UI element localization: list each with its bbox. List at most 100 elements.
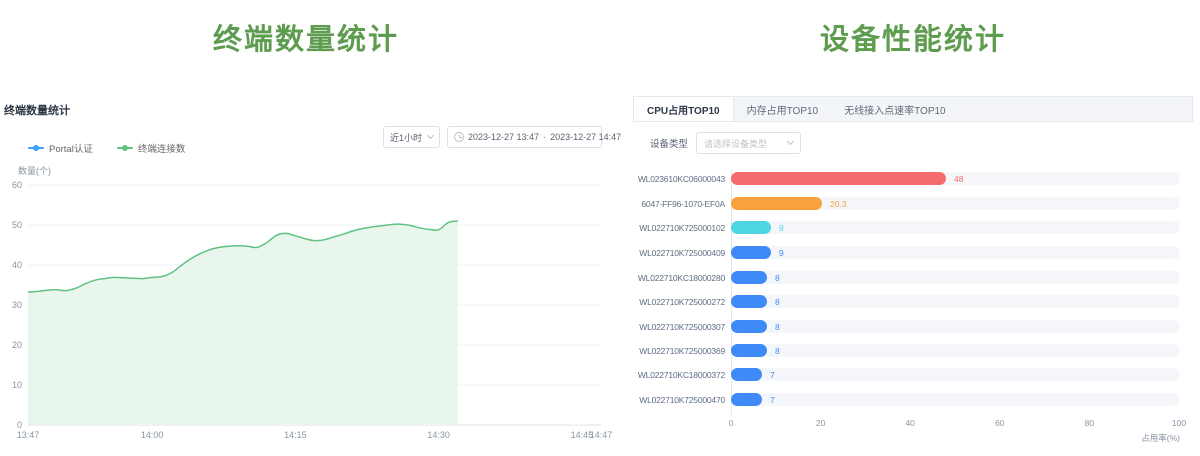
bar-row: WL022710K725000369 8 bbox=[633, 339, 1193, 363]
time-range-select[interactable]: 近1小时 bbox=[383, 126, 440, 148]
y-tick-label: 30 bbox=[12, 300, 22, 310]
legend-dot-icon bbox=[33, 145, 39, 151]
bar-value-label: 8 bbox=[775, 315, 780, 339]
bar[interactable] bbox=[731, 368, 762, 381]
bar-value-label: 8 bbox=[775, 290, 780, 314]
device-label: WL022710K725000102 bbox=[633, 216, 725, 240]
bar-track bbox=[731, 320, 1180, 333]
x-tick-label: 14:47 bbox=[590, 430, 612, 440]
x-axis-title: 占用率(%) bbox=[1141, 432, 1180, 444]
bar-row: WL022710KC180002808 bbox=[633, 266, 1193, 290]
bar-value-label: 48 bbox=[954, 167, 963, 191]
bar-row: WL023610KC06000043 48 bbox=[633, 167, 1193, 191]
x-tick-label: 14:00 bbox=[141, 430, 164, 440]
x-tick-label: 60 bbox=[995, 418, 1004, 428]
y-tick-label: 0 bbox=[17, 420, 22, 430]
terminal-stats-panel: 终端数量统计 终端数量统计 近1小时 2023-12-27 13:47 - 20… bbox=[0, 0, 612, 456]
bar-value-label: 8 bbox=[775, 339, 780, 363]
chart-legend: Portal认证 终端连接数 bbox=[28, 141, 185, 155]
legend-item-portal-auth[interactable]: Portal认证 bbox=[28, 141, 93, 155]
device-label: WL022710KC18000280 bbox=[633, 266, 725, 290]
device-label: 6047-FF96-1070-EF0A bbox=[633, 192, 725, 216]
bar[interactable] bbox=[731, 393, 762, 406]
tab-memory-top10[interactable]: 内存占用TOP10 bbox=[734, 97, 832, 121]
device-label: WL022710KC18000372 bbox=[633, 363, 725, 387]
terminal-count-line-chart: 010203040506013:4714:0014:1514:3014:4514… bbox=[0, 160, 612, 456]
bar-track bbox=[731, 197, 1180, 210]
bar-value-label: 9 bbox=[779, 241, 784, 265]
bar-row: 6047-FF96-1070-EF0A 20.3 bbox=[633, 192, 1193, 216]
x-tick-label: 40 bbox=[905, 418, 914, 428]
device-type-filter: 设备类型 请选择设备类型 bbox=[650, 132, 801, 154]
bar-track bbox=[731, 221, 1180, 234]
y-tick-label: 20 bbox=[12, 340, 22, 350]
bar-track bbox=[731, 246, 1180, 259]
x-tick-label: 80 bbox=[1085, 418, 1094, 428]
device-label: WL022710K725000369 bbox=[633, 339, 725, 363]
bar-value-label: 9 bbox=[779, 216, 784, 240]
bar-track bbox=[731, 368, 1180, 381]
right-section-title: 设备性能统计 bbox=[633, 16, 1193, 58]
date-separator: - bbox=[543, 132, 546, 142]
device-label: WL023610KC06000043 bbox=[633, 167, 725, 191]
tab-wireless-ap-rate-top10[interactable]: 无线接入点速率TOP10 bbox=[831, 97, 959, 121]
bar-row: WL022710K725000307 8 bbox=[633, 315, 1193, 339]
y-tick-label: 10 bbox=[12, 380, 22, 390]
bar-track bbox=[731, 295, 1180, 308]
bar-track bbox=[731, 271, 1180, 284]
bar[interactable] bbox=[731, 344, 767, 357]
left-section-title: 终端数量统计 bbox=[0, 16, 612, 58]
x-tick-label: 100 bbox=[1172, 418, 1186, 428]
device-type-select[interactable]: 请选择设备类型 bbox=[696, 132, 801, 154]
bar[interactable] bbox=[731, 295, 767, 308]
tab-cpu-top10[interactable]: CPU占用TOP10 bbox=[634, 97, 734, 121]
bar-row: WL022710K725000272 8 bbox=[633, 290, 1193, 314]
bar-row: WL022710K725000102 9 bbox=[633, 216, 1193, 240]
bar-row: WL022710K725000470 7 bbox=[633, 388, 1193, 412]
x-tick-label: 20 bbox=[816, 418, 825, 428]
date-start: 2023-12-27 13:47 bbox=[468, 132, 539, 142]
bar-row: WL022710KC18000372 7 bbox=[633, 363, 1193, 387]
performance-tabs: CPU占用TOP10 内存占用TOP10 无线接入点速率TOP10 bbox=[633, 96, 1193, 122]
bar-value-label: 7 bbox=[770, 388, 775, 412]
chevron-down-icon bbox=[427, 132, 434, 139]
bar-value-label: 7 bbox=[770, 363, 775, 387]
dashboard: 终端数量统计 终端数量统计 近1小时 2023-12-27 13:47 - 20… bbox=[0, 0, 1200, 456]
x-tick-label: 14:30 bbox=[427, 430, 450, 440]
terminal-panel-header: 终端数量统计 bbox=[4, 102, 70, 118]
legend-label: 终端连接数 bbox=[138, 141, 186, 155]
time-range-value: 近1小时 bbox=[390, 131, 422, 144]
y-tick-label: 50 bbox=[12, 220, 22, 230]
clock-icon bbox=[454, 132, 464, 142]
bar-value-label: 20.3 bbox=[830, 192, 847, 216]
cpu-top10-bar-chart: WL023610KC06000043 48 6047-FF96-1070-EF0A 2… bbox=[633, 160, 1193, 456]
device-type-placeholder: 请选择设备类型 bbox=[704, 137, 767, 150]
x-tick-label: 14:15 bbox=[284, 430, 307, 440]
legend-label: Portal认证 bbox=[49, 141, 93, 155]
bar[interactable] bbox=[731, 172, 946, 185]
bar[interactable] bbox=[731, 320, 767, 333]
bar-track bbox=[731, 393, 1180, 406]
date-range-picker[interactable]: 2023-12-27 13:47 - 2023-12-27 14:47 bbox=[447, 126, 602, 148]
x-tick-label: 13:47 bbox=[17, 430, 40, 440]
device-performance-panel: 设备性能统计 CPU占用TOP10 内存占用TOP10 无线接入点速率TOP10… bbox=[633, 0, 1193, 456]
device-type-label: 设备类型 bbox=[650, 136, 688, 150]
bar-row: WL022710K7250004099 bbox=[633, 241, 1193, 265]
chevron-down-icon bbox=[787, 138, 794, 145]
device-label: WL022710K725000272 bbox=[633, 290, 725, 314]
legend-line-icon bbox=[117, 147, 133, 149]
device-label: WL022710K725000470 bbox=[633, 388, 725, 412]
legend-line-icon bbox=[28, 147, 44, 149]
bar[interactable] bbox=[731, 197, 822, 210]
legend-item-terminal-connections[interactable]: 终端连接数 bbox=[117, 141, 186, 155]
bar[interactable] bbox=[731, 246, 771, 259]
bar-track bbox=[731, 344, 1180, 357]
terminal-connections-area bbox=[28, 221, 458, 425]
y-tick-label: 40 bbox=[12, 260, 22, 270]
x-tick-label: 0 bbox=[729, 418, 734, 428]
date-end: 2023-12-27 14:47 bbox=[550, 132, 621, 142]
bar[interactable] bbox=[731, 221, 771, 234]
y-tick-label: 60 bbox=[12, 180, 22, 190]
bar[interactable] bbox=[731, 271, 767, 284]
device-label: WL022710K725000307 bbox=[633, 315, 725, 339]
